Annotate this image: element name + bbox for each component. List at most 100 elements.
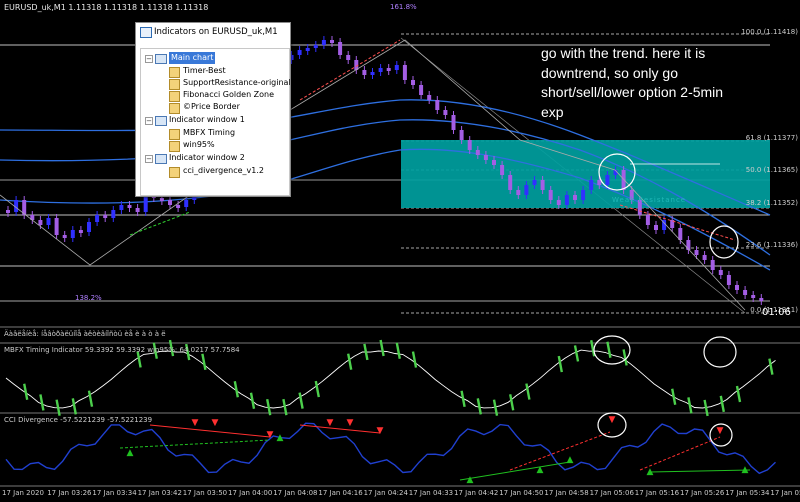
candle bbox=[435, 100, 440, 110]
mbfx-signal-bar bbox=[735, 385, 742, 403]
mbfx-signal-bar bbox=[201, 353, 207, 371]
tree-main-chart[interactable]: Main chart bbox=[169, 52, 216, 64]
indicator-icon bbox=[169, 129, 180, 140]
cci-bear-divergence bbox=[509, 431, 611, 471]
tree-indicator-window-1[interactable]: Indicator window 1 bbox=[169, 114, 245, 126]
fib-level-38: 38.2 (1.11352) bbox=[745, 199, 798, 207]
cci-bear-divergence bbox=[299, 424, 381, 434]
candle bbox=[589, 180, 594, 190]
candle bbox=[645, 215, 650, 225]
candle bbox=[532, 180, 537, 185]
indicator-icon bbox=[169, 141, 180, 152]
cci-sell-arrow-icon: ▼ bbox=[267, 430, 274, 440]
symbol-header: EURUSD_uk,M1 1.11318 1.11318 1.11318 1.1… bbox=[4, 3, 209, 12]
fib-level-23: 23.6 (1.11336) bbox=[745, 241, 798, 249]
mbfx-signal-bar bbox=[622, 349, 628, 366]
candle bbox=[540, 180, 545, 190]
candle bbox=[694, 250, 699, 255]
cci-sell-arrow-icon: ▼ bbox=[192, 418, 199, 428]
tree-price-border[interactable]: ©Price Border bbox=[183, 101, 240, 113]
zigzag-line bbox=[0, 194, 191, 266]
divergence-line bbox=[619, 204, 736, 241]
mbfx-signal-bar bbox=[460, 390, 466, 408]
candle bbox=[143, 195, 148, 212]
candle bbox=[411, 80, 415, 85]
cci-bull-divergence bbox=[119, 439, 271, 449]
candle bbox=[605, 175, 610, 185]
candle bbox=[443, 110, 448, 115]
indicators-tree[interactable]: − Main chart Timer-Best SupportResistanc… bbox=[140, 48, 291, 196]
cci-sell-arrow-icon: ▼ bbox=[377, 426, 384, 436]
mbfx-signal-bar bbox=[509, 394, 515, 411]
cci-buy-arrow-icon: ▲ bbox=[742, 465, 749, 475]
candle bbox=[62, 235, 67, 238]
cci-bear-divergence bbox=[639, 436, 721, 471]
candle bbox=[297, 50, 302, 55]
cci-sell-arrow-icon: ▼ bbox=[347, 418, 354, 428]
time-axis-tick: 17 Jan 04:42 bbox=[454, 489, 499, 497]
resistance-label: Weak Resistance bbox=[612, 196, 687, 204]
tree-win95[interactable]: win95% bbox=[183, 139, 215, 151]
tree-indicator-window-2[interactable]: Indicator window 2 bbox=[169, 152, 245, 164]
candle bbox=[378, 68, 383, 72]
tree-support-resistance[interactable]: SupportResistance-original bbox=[183, 77, 291, 89]
candle bbox=[581, 190, 586, 200]
tree-fibonacci[interactable]: Fibonacci Golden Zone bbox=[183, 89, 274, 101]
mbfx-signal-bar bbox=[768, 358, 774, 375]
mbfx-signal-bar bbox=[703, 399, 709, 417]
candle bbox=[475, 150, 480, 155]
time-axis-tick: 17 Jan 05:06 bbox=[589, 489, 634, 497]
mbfx-signal-bar bbox=[719, 395, 725, 413]
candle bbox=[402, 65, 407, 80]
candle bbox=[103, 215, 108, 218]
time-axis-tick: 17 Jan 04:08 bbox=[273, 489, 318, 497]
fib-golden-zone bbox=[401, 140, 770, 208]
candle bbox=[346, 55, 351, 60]
time-axis-tick: 17 Jan 05:16 bbox=[634, 489, 680, 497]
time-axis-tick: 17 Jan 04:00 bbox=[228, 489, 273, 497]
candle bbox=[54, 218, 59, 235]
mbfx-signal-bar bbox=[249, 392, 256, 409]
mbfx-signal-bar bbox=[87, 390, 94, 407]
time-axis-tick: 17 Jan 04:50 bbox=[499, 489, 544, 497]
tree-mbfx-timing[interactable]: MBFX Timing bbox=[183, 127, 235, 139]
tree-cci-divergence[interactable]: cci_divergence_v1.2 bbox=[183, 165, 264, 177]
divergence-line bbox=[299, 39, 401, 101]
top-fib-label: 161.8% bbox=[390, 3, 417, 11]
cci-bull-divergence bbox=[459, 461, 571, 481]
mbfx-signal-bar bbox=[298, 392, 304, 409]
collapse-icon[interactable]: − bbox=[145, 55, 153, 63]
time-axis-tick: 17 Jan 2020 bbox=[2, 489, 44, 497]
mbfx-signal-bar bbox=[314, 380, 320, 398]
indicator-icon bbox=[169, 91, 180, 102]
indicators-dialog[interactable]: Indicators on EURUSD_uk,M1 − Main chart … bbox=[135, 22, 291, 197]
candle bbox=[119, 205, 124, 210]
cci-buy-arrow-icon: ▲ bbox=[537, 465, 544, 475]
collapse-icon[interactable]: − bbox=[145, 117, 153, 125]
time-axis-tick: 17 Jan 04:58 bbox=[544, 489, 589, 497]
candle bbox=[678, 228, 683, 240]
mbfx-signal-bar bbox=[395, 342, 401, 359]
time-axis-tick: 17 Jan 04:33 bbox=[408, 489, 454, 497]
candle bbox=[548, 190, 553, 200]
candle bbox=[564, 195, 569, 205]
indicator-icon bbox=[169, 167, 180, 178]
candle bbox=[321, 40, 326, 45]
fib-level-50: 50.0 (1.11365) bbox=[745, 166, 798, 174]
candle bbox=[159, 198, 164, 201]
dialog-title: Indicators on EURUSD_uk,M1 bbox=[136, 23, 290, 41]
zoom-label: 138.2% bbox=[75, 294, 102, 302]
candle bbox=[127, 205, 132, 208]
candle bbox=[419, 85, 424, 95]
time-axis-tick: 17 Jan 04:16 bbox=[318, 489, 363, 497]
cci-buy-arrow-icon: ▲ bbox=[647, 467, 654, 477]
tree-timer-best[interactable]: Timer-Best bbox=[183, 65, 226, 77]
mbfx-signal-bar bbox=[411, 351, 418, 368]
cci-sell-arrow-icon: ▼ bbox=[717, 426, 724, 436]
candle bbox=[362, 70, 367, 75]
candle bbox=[176, 205, 181, 208]
cci-buy-arrow-icon: ▲ bbox=[467, 475, 474, 485]
annotation-circle bbox=[703, 336, 737, 368]
collapse-icon[interactable]: − bbox=[145, 155, 153, 163]
fib-level-61: 61.8 (1.11377) bbox=[745, 134, 798, 142]
